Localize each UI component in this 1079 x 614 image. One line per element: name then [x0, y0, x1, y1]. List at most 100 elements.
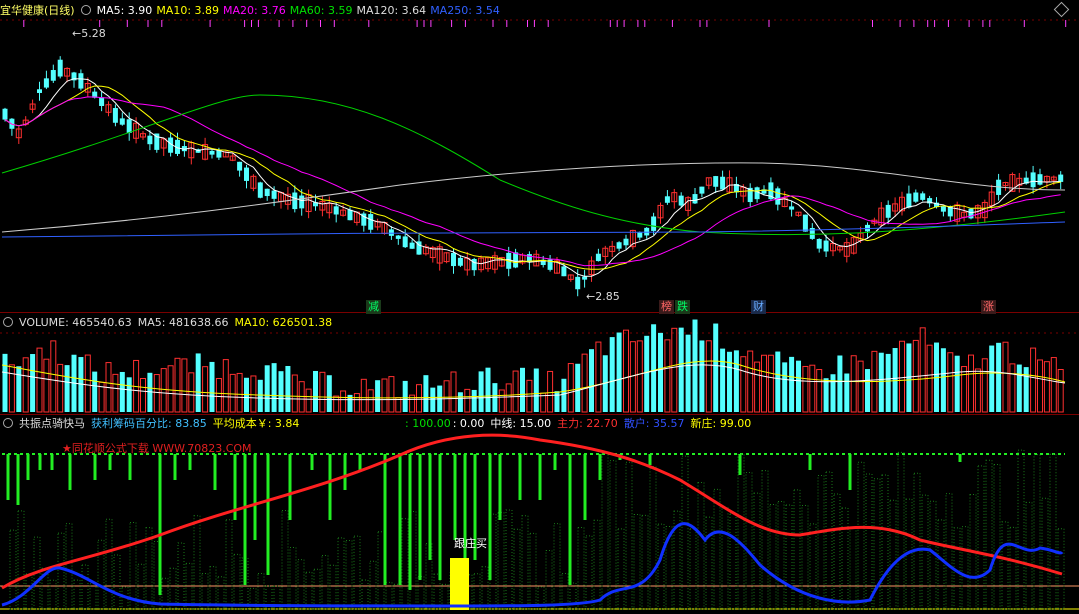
volume-bar: [727, 351, 732, 412]
volume-bar: [747, 350, 754, 413]
volume-bar: [878, 352, 884, 412]
volume-bar: [837, 355, 843, 412]
volume-bar: [685, 334, 691, 412]
dealer-bar: [529, 532, 537, 610]
volume-bar: [119, 371, 125, 412]
dealer-bar: [65, 523, 73, 610]
volume-bar: [381, 378, 388, 413]
low-price-label: ←2.85: [586, 290, 620, 303]
dealer-bar: [921, 494, 929, 610]
candle-body: [1030, 172, 1036, 188]
ma-legend-item: MA250: 3.54: [430, 4, 500, 17]
volume-bar: [713, 323, 719, 412]
volume-bar: [271, 363, 277, 412]
dealer-bar: [345, 539, 353, 610]
dealer-bar: [593, 519, 601, 610]
event-tag-reduce[interactable]: 减: [366, 300, 381, 314]
dealer-bar: [233, 553, 241, 610]
volume-bar: [678, 327, 684, 412]
high-price-label: ←5.28: [72, 27, 106, 40]
signal-label: 跟庄买: [454, 537, 487, 550]
volume-bar: [1037, 359, 1043, 413]
event-tag-fall[interactable]: 跌: [675, 300, 690, 314]
dealer-bar: [937, 519, 945, 610]
volume-bar: [581, 353, 588, 413]
volume-ma5: MA5: 481638.66: [137, 316, 229, 329]
candle-body: [2, 108, 8, 120]
volume-panel: [0, 319, 1079, 413]
dealer-bar: [1025, 501, 1033, 610]
ma-legend: MA5: 3.90 MA10: 3.89 MA20: 3.76 MA60: 3.59 M…: [97, 4, 504, 17]
volume-bar: [457, 392, 463, 412]
volume-bar: [1030, 347, 1037, 413]
dealer-bar: [777, 500, 785, 610]
line-100: : 100.00: [405, 417, 451, 430]
candle-body: [347, 209, 353, 221]
volume-bar: [865, 369, 870, 412]
volume-bar: [340, 390, 347, 413]
volume-bar: [802, 365, 809, 413]
volume-bar: [761, 354, 767, 413]
event-tag-rise[interactable]: 涨: [981, 300, 996, 314]
volume-bar: [50, 340, 57, 413]
dealer-bar: [585, 535, 593, 610]
settings-circle-icon[interactable]: [3, 418, 13, 428]
event-tag-list[interactable]: 榜: [659, 300, 674, 314]
volume-bar: [126, 377, 132, 412]
ma60-line: [1, 94, 1066, 236]
dealer-bar: [617, 528, 625, 610]
stock-name[interactable]: 宜华健康: [0, 4, 44, 17]
dealer-bar: [553, 523, 561, 610]
dealer-bar: [745, 472, 753, 610]
settings-circle-icon[interactable]: [3, 317, 13, 327]
ma-legend-item: MA5: 3.90: [96, 4, 153, 17]
volume-bar: [720, 348, 726, 412]
indicator-panel: [0, 433, 1079, 610]
volume-bar: [775, 351, 781, 412]
candle-body: [885, 204, 891, 218]
volume-bar: [188, 372, 195, 413]
volume-bar: [547, 370, 554, 413]
dealer-bar: [513, 528, 521, 610]
volume-bar: [313, 370, 318, 412]
volume-bar: [947, 352, 954, 413]
volume-bar: [636, 340, 643, 413]
dealer-bar: [353, 535, 361, 610]
volume-bar: [554, 391, 560, 412]
volume-bar: [367, 389, 374, 413]
volume-bar: [167, 365, 174, 413]
candle-body: [920, 193, 926, 200]
dealer-bar: [473, 573, 481, 610]
candle-body: [561, 266, 567, 277]
volume-bar: [471, 389, 477, 412]
dealer-bar: [609, 460, 617, 610]
candle-body: [575, 276, 581, 290]
event-tag-finance[interactable]: 财: [751, 300, 766, 314]
dealer-bar: [289, 547, 297, 610]
indicator-name[interactable]: 共振点骑快马: [19, 417, 85, 430]
dealer-bar: [281, 510, 289, 610]
dealer-bar: [257, 572, 265, 610]
dealer-bar: [497, 511, 505, 610]
candle-body: [37, 89, 42, 93]
volume-bar: [961, 366, 968, 413]
volume-bar: [705, 340, 712, 413]
volume-bar: [899, 340, 905, 413]
ma-legend-item: MA20: 3.76: [223, 4, 286, 17]
volume-bar: [443, 380, 450, 413]
candle-body: [57, 59, 63, 77]
dealer-bar: [633, 513, 641, 610]
settings-circle-icon[interactable]: [80, 5, 91, 15]
volume-bar: [2, 353, 8, 412]
candle-body: [754, 187, 760, 200]
dealer-bar: [1001, 521, 1009, 610]
dealer-bar: [9, 529, 17, 610]
candle-body: [50, 70, 56, 81]
dealer-bar: [329, 564, 337, 610]
period-label[interactable]: (日线): [44, 4, 75, 17]
volume-header: VOLUME: 465540.63 MA5: 481638.66 MA10: 626…: [0, 314, 338, 332]
volume-bar: [671, 327, 678, 413]
volume-bar: [589, 349, 594, 412]
dealer-bar: [881, 474, 889, 610]
volume-bar: [305, 388, 312, 413]
